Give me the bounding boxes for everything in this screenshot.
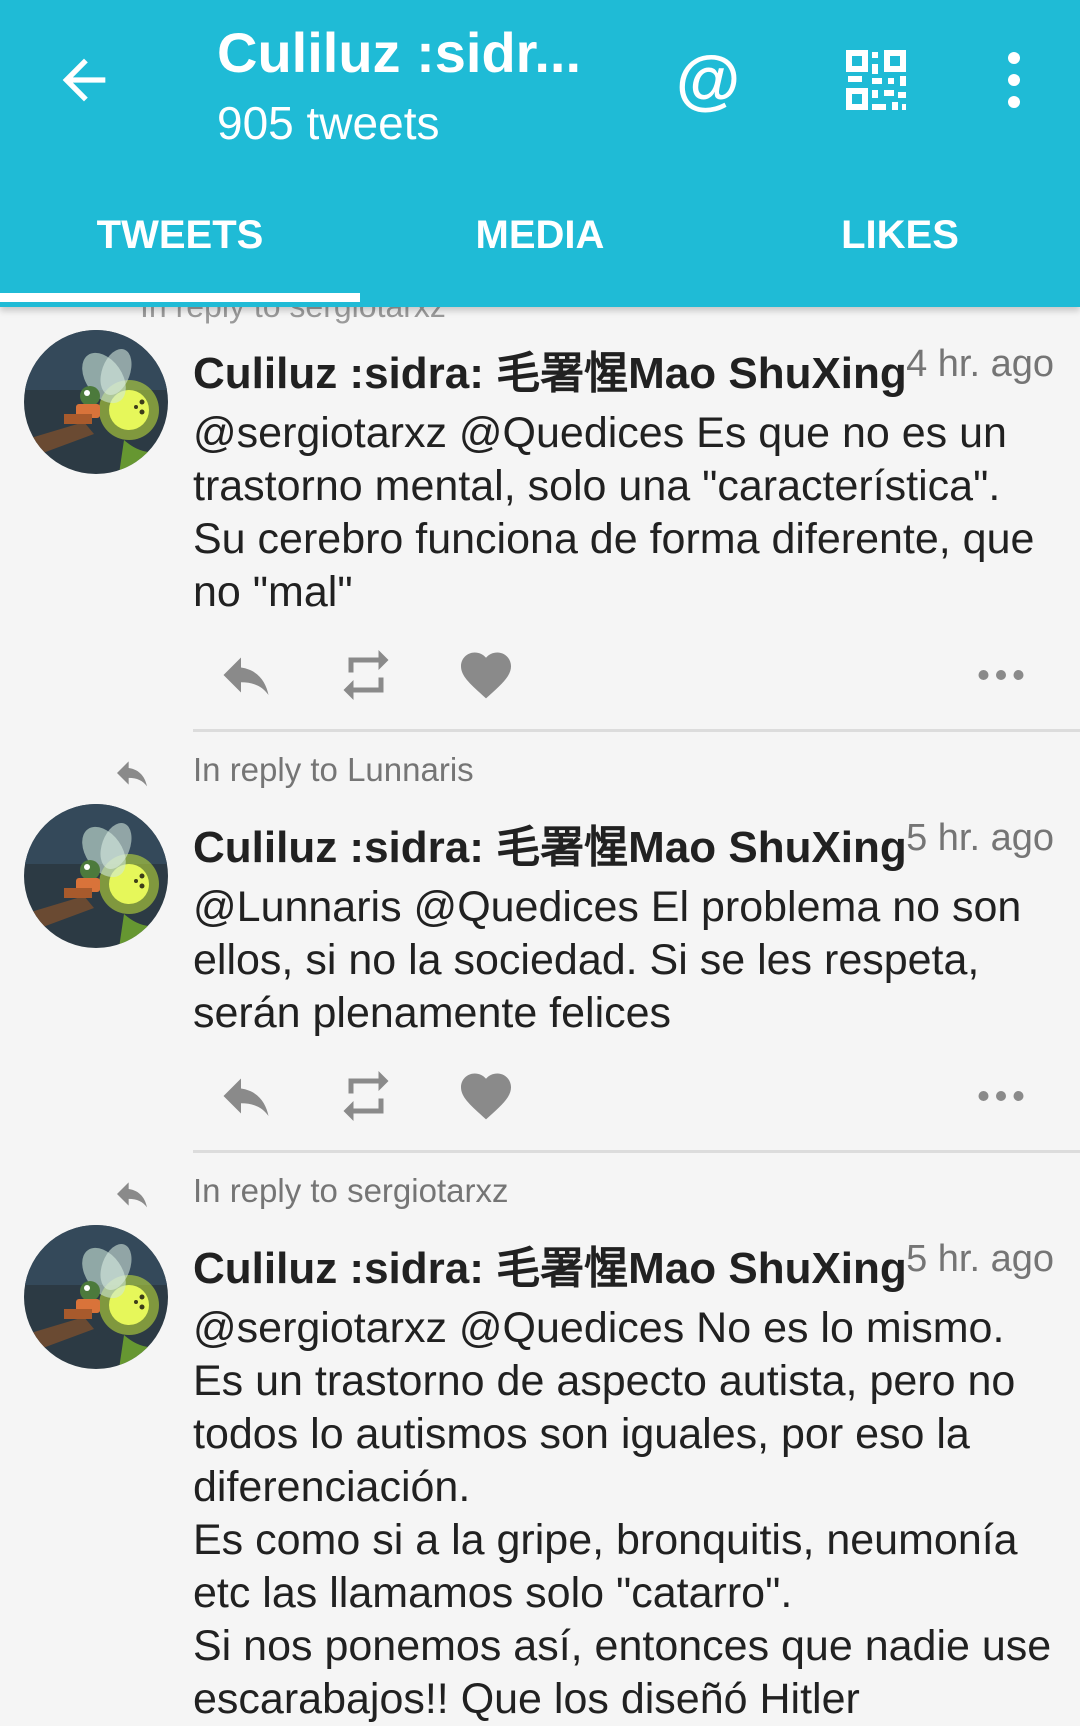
avatar[interactable] — [24, 330, 168, 474]
tweet-text: @Lunnaris @Quedices El problema no son e… — [193, 883, 1022, 1037]
qr-code-icon[interactable] — [844, 48, 908, 112]
like-icon[interactable] — [450, 645, 522, 705]
tweet-text: @sergiotarxz @Quedices No es lo mismo. E… — [193, 1304, 1052, 1723]
tweet-time: 4 hr. ago — [906, 343, 1054, 385]
back-arrow-icon[interactable] — [52, 48, 116, 112]
retweet-icon[interactable] — [330, 1066, 402, 1126]
reply-context[interactable]: In reply to Lunnaris — [193, 751, 474, 789]
reply-context[interactable]: In reply to sergiotarxz — [193, 1172, 508, 1210]
tab-tweets[interactable]: TWEETS — [0, 200, 360, 270]
tweet-time: 5 hr. ago — [906, 817, 1054, 859]
avatar[interactable] — [24, 1225, 168, 1369]
profile-title: Culiluz :sidr... — [217, 21, 582, 84]
tweet-author: Culiluz :sidra: 毛署惺Mao ShuXing — [193, 823, 907, 872]
app-bar: Culiluz :sidr... 905 tweets @ TWEETS MED… — [0, 0, 1080, 307]
more-options-icon[interactable] — [965, 645, 1037, 705]
at-icon[interactable]: @ — [672, 38, 744, 120]
more-vert-icon[interactable] — [996, 48, 1032, 112]
reply-context-icon — [110, 1174, 154, 1214]
tab-likes[interactable]: LIKES — [720, 200, 1080, 270]
tweet-author: Culiluz :sidra: 毛署惺Mao ShuXing — [193, 1244, 907, 1293]
reply-icon[interactable] — [210, 1066, 282, 1126]
tweet-text: @sergiotarxz @Quedices Es que no es un t… — [193, 409, 1035, 616]
tab-indicator — [0, 293, 360, 302]
retweet-icon[interactable] — [330, 645, 402, 705]
reply-icon[interactable] — [210, 645, 282, 705]
divider — [193, 1150, 1080, 1153]
tweet-count: 905 tweets — [217, 97, 440, 149]
divider — [193, 729, 1080, 732]
like-icon[interactable] — [450, 1066, 522, 1126]
reply-context-icon — [110, 753, 154, 793]
more-options-icon[interactable] — [965, 1066, 1037, 1126]
avatar[interactable] — [24, 804, 168, 948]
tab-media[interactable]: MEDIA — [360, 200, 720, 270]
tweet-author: Culiluz :sidra: 毛署惺Mao ShuXing — [193, 349, 907, 398]
tweet-time: 5 hr. ago — [906, 1238, 1054, 1280]
